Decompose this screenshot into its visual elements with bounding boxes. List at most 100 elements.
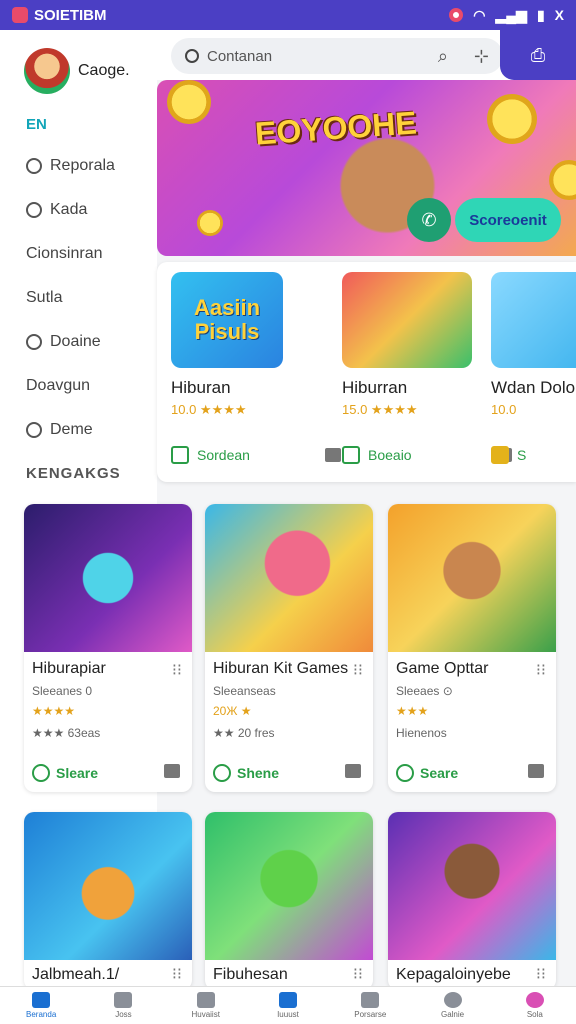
banner-cta-button[interactable]: Scoreoenit: [455, 198, 561, 242]
sidebar-item-cionsinran[interactable]: Cionsinran: [0, 239, 157, 269]
hero-banner[interactable]: EOYOOHE ✆ Scoreoenit: [157, 80, 576, 256]
phone-icon: ✆: [421, 209, 437, 230]
language-tag[interactable]: EN: [26, 116, 157, 133]
coin-icon: [167, 80, 211, 124]
game-rating: 15.0 ★★★★: [342, 402, 418, 417]
game-card[interactable]: Kepagaloinyebe ⁝⁝: [388, 812, 556, 990]
game-title: Hiburan: [171, 378, 231, 397]
game-thumbnail: [342, 272, 472, 368]
game-title: Kepagaloinyebe: [396, 966, 511, 983]
sidebar-item-sutla[interactable]: Sutla: [0, 283, 157, 313]
profile-icon: [525, 992, 544, 1008]
nav-huvaiist[interactable]: Huvaiist: [165, 987, 247, 1024]
chat-icon[interactable]: [528, 764, 544, 778]
record-icon: [449, 8, 464, 22]
grid-icon: [114, 992, 133, 1008]
check-icon: [491, 446, 509, 464]
add-icon: [278, 992, 297, 1008]
nav-porsarse[interactable]: Porsarse: [329, 987, 411, 1024]
search-button-icon[interactable]: ⌕: [438, 46, 448, 67]
download-button[interactable]: ⎙: [500, 30, 576, 80]
sidebar-item-reporala[interactable]: Reporala: [0, 151, 157, 181]
share-button[interactable]: Shene: [213, 764, 279, 782]
more-icon[interactable]: ⁝⁝: [172, 660, 182, 680]
sidebar-item-doaine[interactable]: Doaine: [0, 327, 157, 357]
game-title: Fibuhesan: [213, 966, 288, 983]
sidebar-item-deme[interactable]: Deme: [0, 415, 157, 445]
game-count: ★★ 20 fres: [213, 726, 275, 740]
box-icon: [361, 992, 380, 1008]
more-icon[interactable]: ⁝⁝: [536, 660, 546, 680]
download-icon: ⎙: [530, 44, 546, 65]
check-icon: [171, 446, 189, 464]
call-button[interactable]: ✆: [407, 198, 451, 242]
chat-icon[interactable]: [164, 764, 180, 778]
profile[interactable]: Caoge.: [0, 30, 157, 100]
game-badge[interactable]: S: [517, 447, 526, 463]
game-card[interactable]: Game Opttar ⁝⁝ Sleeaes ⊙ ★★★ Hienenos Se…: [388, 504, 556, 792]
game-thumbnail: Aasiin Pisuls: [171, 272, 283, 368]
nav-home[interactable]: Beranda: [0, 987, 82, 1024]
home-icon: [32, 992, 51, 1008]
featured-card[interactable]: Aasiin Pisuls Hiburan 10.0 ★★★★ Sordean: [171, 272, 341, 464]
person-icon: [26, 334, 42, 350]
game-rating: 10.0: [491, 402, 517, 417]
app-icon: [12, 7, 28, 23]
more-icon[interactable]: ⁝⁝: [172, 964, 182, 984]
coin-icon: [549, 160, 576, 200]
featured-card[interactable]: Hiburran 15.0 ★★★★ Boeaio: [342, 272, 512, 464]
game-card[interactable]: Jalbmeah.1/ ⁝⁝: [24, 812, 192, 990]
game-title: Hiburapiar: [32, 660, 106, 677]
game-badge[interactable]: Boeaio: [368, 447, 412, 463]
game-title: Hiburran: [342, 378, 408, 397]
game-thumbnail: [205, 812, 373, 960]
game-title: Wdan Dolo: [491, 378, 576, 397]
search-icon: [185, 49, 199, 63]
game-thumbnail: [388, 812, 556, 960]
nav-iuuust[interactable]: Iuuust: [247, 987, 329, 1024]
sidebar-item-doavgun[interactable]: Doavgun: [0, 371, 157, 401]
status-bar: SOIETIBM ◠ ▂▄▆ ▮ X: [0, 0, 576, 30]
game-subtitle: Sleeanseas: [213, 684, 276, 698]
game-thumbnail: [24, 812, 192, 960]
more-icon[interactable]: ⁝⁝: [353, 964, 363, 984]
nav-sola[interactable]: Sola: [494, 987, 576, 1024]
game-count: Hienenos: [396, 726, 447, 740]
signal-icon: ▂▄▆: [495, 6, 527, 23]
avatar[interactable]: [24, 48, 70, 94]
featured-card[interactable]: Wdan Dolo 10.0 S: [491, 272, 576, 464]
coin-icon: [487, 94, 537, 144]
wifi-icon: ◠: [473, 6, 486, 23]
chat-icon[interactable]: [325, 448, 341, 462]
target-icon: [443, 992, 462, 1008]
game-card[interactable]: Hiburapiar ⁝⁝ Sleeanes 0 ★★★★ ★★★ 63eas …: [24, 504, 192, 792]
game-card[interactable]: Fibuhesan ⁝⁝: [205, 812, 373, 990]
more-icon[interactable]: ⁝⁝: [536, 964, 546, 984]
game-stars: ★★★: [396, 704, 429, 718]
featured-row: Aasiin Pisuls Hiburan 10.0 ★★★★ Sordean …: [157, 262, 576, 482]
filter-icon[interactable]: ⊹: [474, 46, 489, 67]
game-badge[interactable]: Sordean: [197, 447, 250, 463]
clock-icon: [26, 158, 42, 174]
coin-icon: [197, 210, 223, 236]
nav-joss[interactable]: Joss: [82, 987, 164, 1024]
search-bar[interactable]: Contanan ⌕ ⊹: [171, 38, 503, 74]
share-button[interactable]: Sleare: [32, 764, 98, 782]
share-button[interactable]: Seare: [396, 764, 458, 782]
more-icon[interactable]: ⁝⁝: [353, 660, 363, 680]
game-title: Hiburan Kit Games: [213, 660, 349, 677]
close-icon[interactable]: X: [555, 7, 564, 23]
carrier-label: SOIETIBM: [34, 6, 107, 24]
chat-icon[interactable]: [345, 764, 361, 778]
sidebar-item-kada[interactable]: Kada: [0, 195, 157, 225]
banner-title: EOYOOHE: [253, 104, 418, 152]
search-input[interactable]: Contanan: [207, 48, 272, 65]
nav-galnie[interactable]: Galnie: [411, 987, 493, 1024]
game-subtitle: Sleeaes ⊙: [396, 684, 453, 698]
check-icon: [342, 446, 360, 464]
section-heading: KENGAKGS: [26, 465, 121, 482]
game-card[interactable]: Hiburan Kit Games ⁝⁝ Sleeanseas 20Ж ★ ★★…: [205, 504, 373, 792]
game-title: Game Opttar: [396, 660, 489, 677]
share-icon: [213, 764, 231, 782]
user-icon: [26, 202, 42, 218]
